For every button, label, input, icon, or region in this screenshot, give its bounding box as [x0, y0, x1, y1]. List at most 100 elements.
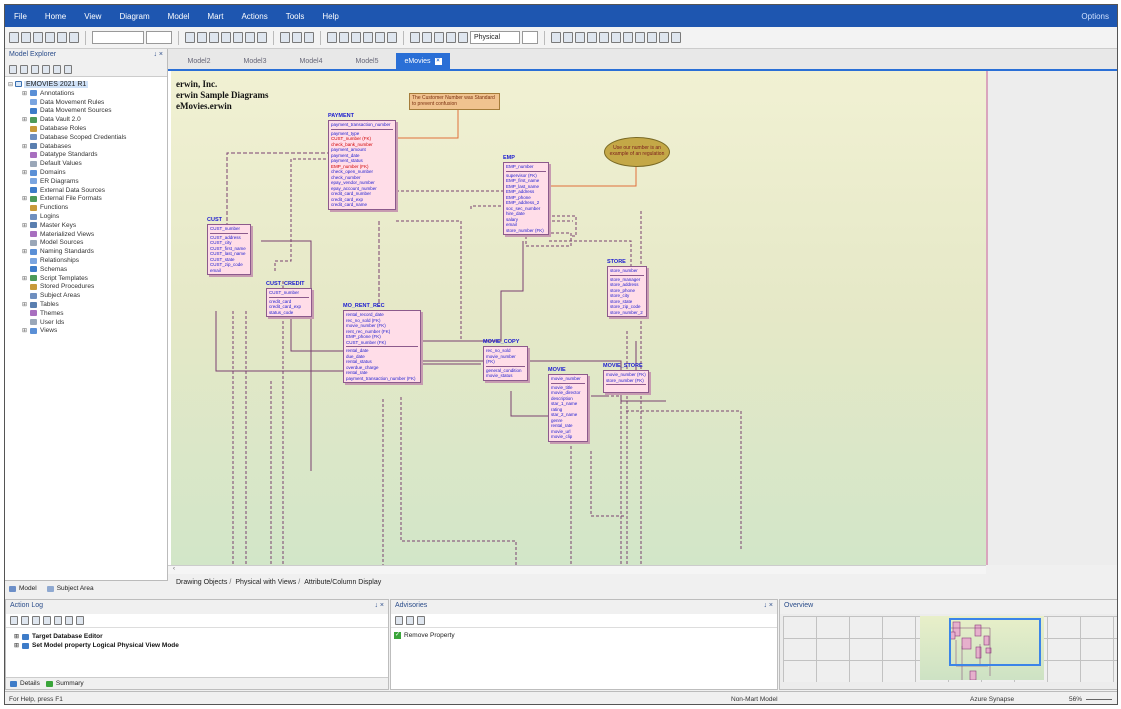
tree-item[interactable]: ⊞ Script Templates	[8, 274, 167, 283]
filter-action-icon[interactable]	[32, 616, 40, 625]
entity-attribute[interactable]: payment_transaction_number (FK)	[346, 376, 418, 382]
properties-icon[interactable]	[53, 65, 61, 74]
entity-attribute[interactable]: credit_card_name	[331, 202, 393, 208]
entity-body[interactable]: movie_number movie_title movie_director des…	[548, 374, 588, 442]
entity-attribute[interactable]: store_address	[610, 282, 644, 288]
copy-advisories-icon[interactable]	[406, 616, 414, 625]
primary-key-attribute[interactable]: CUST_number (FK)	[346, 340, 418, 346]
relationship-line[interactable]	[215, 311, 345, 372]
options-action-icon[interactable]	[76, 616, 84, 625]
overview-viewport-frame[interactable]	[949, 618, 1041, 666]
entity-body[interactable]: CUST_number CUST_address CUST_city CUST_fir…	[207, 224, 251, 275]
tab-details[interactable]: Details	[10, 680, 40, 687]
entity-payment[interactable]: PAYMENT payment_transaction_number payment…	[328, 113, 396, 210]
relationship-line[interactable]	[400, 397, 517, 565]
zoom-out-icon[interactable]	[339, 32, 349, 43]
tab-model5[interactable]: Model5	[340, 53, 394, 69]
entity-movie[interactable]: MOVIE movie_number movie_title movie_direct…	[548, 367, 588, 442]
validate-icon[interactable]	[599, 32, 609, 43]
tree-item[interactable]: Database Scoped Credentials	[8, 133, 167, 142]
undo-icon[interactable]	[45, 32, 55, 43]
annotation-note[interactable]: The Customer Number was Standard to prev…	[409, 93, 500, 110]
tree-item[interactable]: ⊞ Domains	[8, 168, 167, 177]
reverse-engineer-icon[interactable]	[563, 32, 573, 43]
entity-body[interactable]: store_number store_manager store_address st…	[607, 266, 647, 317]
tree-item[interactable]: ⊞ Annotations	[8, 89, 167, 98]
entity-attribute[interactable]: status_code	[269, 310, 309, 316]
close-tab-icon[interactable]: ×	[434, 57, 442, 65]
open-model-icon[interactable]	[21, 32, 31, 43]
clear-advisories-icon[interactable]	[395, 616, 403, 625]
tab-attribute-column-display[interactable]: Attribute/Column Display	[302, 579, 383, 586]
fill-color-icon[interactable]	[233, 32, 243, 43]
entity-emp[interactable]: EMP EMP_number supervisor (FK) EMP_first_na…	[503, 155, 549, 235]
expand-toggle-icon[interactable]: ⊞	[22, 143, 27, 150]
tree-item[interactable]: Relationships	[8, 256, 167, 265]
tree-item[interactable]: ⊞ Views	[8, 327, 167, 336]
underline-icon[interactable]	[209, 32, 219, 43]
tree-item[interactable]: ⊞ Naming Standards	[8, 247, 167, 256]
tree-root[interactable]: ⊟ EMOVIES 2021 R1	[8, 79, 167, 89]
align-left-icon[interactable]	[280, 32, 290, 43]
primary-key-attribute[interactable]: movie_number (FK)	[486, 354, 525, 365]
new-model-icon[interactable]	[9, 32, 19, 43]
entity-body[interactable]: rental_record_date rec_no_sold (FK) movie_…	[343, 310, 421, 383]
action-log-row[interactable]: ⊞ Set Model property Logical Physical Vie…	[6, 641, 388, 650]
tab-model2[interactable]: Model2	[172, 53, 226, 69]
menu-help[interactable]: Help	[313, 12, 347, 21]
undo-action-icon[interactable]	[10, 616, 18, 625]
primary-key-attribute[interactable]: EMP_number	[506, 164, 546, 170]
tree-item[interactable]: Data Movement Sources	[8, 107, 167, 116]
advisory-row[interactable]: ✓ Remove Property	[394, 632, 777, 639]
overview-grid[interactable]	[783, 616, 1117, 682]
menu-diagram[interactable]: Diagram	[110, 12, 158, 21]
tree-item[interactable]: ⊞ Tables	[8, 300, 167, 309]
relationship-line[interactable]	[510, 391, 551, 417]
entity-store[interactable]: STORE store_number store_manager store_addr…	[607, 259, 647, 317]
forward-engineer-icon[interactable]	[551, 32, 561, 43]
relationship-line[interactable]	[626, 410, 742, 551]
panel-pin-close-icon[interactable]: ↓ ×	[763, 602, 773, 612]
menu-home[interactable]: Home	[36, 12, 75, 21]
entity-body[interactable]: CUST_number credit_card credit_card_exp sta…	[266, 288, 312, 317]
menu-tools[interactable]: Tools	[277, 12, 314, 21]
entity-attribute[interactable]: movie_director	[551, 390, 585, 396]
menu-options[interactable]: Options	[1072, 12, 1117, 21]
relationship-line[interactable]	[421, 241, 524, 342]
tab-drawing-objects[interactable]: Drawing Objects	[174, 579, 233, 586]
strikeout-icon[interactable]	[221, 32, 231, 43]
report-icon[interactable]	[587, 32, 597, 43]
relationship-line[interactable]	[470, 205, 506, 211]
tree-item[interactable]: User Ids	[8, 318, 167, 327]
entity-cust[interactable]: CUST CUST_number CUST_address CUST_city CUST…	[207, 217, 251, 275]
entity-tool-icon[interactable]	[422, 32, 432, 43]
entity-attribute[interactable]: store_number_2	[610, 310, 644, 316]
subtype-tool-icon[interactable]	[458, 32, 468, 43]
primary-key-attribute[interactable]: store_number	[610, 268, 644, 274]
tab-summary[interactable]: Summary	[45, 680, 84, 687]
tab-subject-area[interactable]: Subject Area	[46, 585, 94, 592]
tab-physical-with-views[interactable]: Physical with Views	[233, 579, 302, 586]
entity-cust-credit[interactable]: CUST_CREDIT CUST_number credit_card credit_…	[266, 281, 312, 317]
mart-compare-icon[interactable]	[635, 32, 645, 43]
tree-item[interactable]: Schemas	[8, 265, 167, 274]
entity-attribute[interactable]: CUST_last_name	[210, 251, 248, 257]
tree-item[interactable]: ⊞ Databases	[8, 142, 167, 151]
tree-item[interactable]: Materialized Views	[8, 230, 167, 239]
expand-icon[interactable]	[31, 65, 39, 74]
mart-settings-icon[interactable]	[671, 32, 681, 43]
collapse-action-icon[interactable]	[65, 616, 73, 625]
primary-key-attribute[interactable]: movie_number (FK)	[606, 372, 646, 378]
entity-movie-store[interactable]: MOVIE_STORE movie_number (FK) store_number…	[603, 363, 649, 393]
expand-toggle-icon[interactable]: ⊞	[22, 327, 27, 334]
font-size-combo[interactable]	[146, 31, 172, 44]
tree-item[interactable]: Database Roles	[8, 124, 167, 133]
expand-toggle-icon[interactable]: ⊞	[22, 116, 27, 123]
tree-item[interactable]: Data Movement Rules	[8, 98, 167, 107]
mart-catalog-icon[interactable]	[647, 32, 657, 43]
relationship-line[interactable]	[274, 158, 331, 271]
relationship-line[interactable]	[261, 240, 312, 471]
print-icon[interactable]	[69, 32, 79, 43]
er-diagram-canvas[interactable]: erwin, Inc. erwin Sample Diagrams eMovie…	[171, 71, 986, 565]
menu-file[interactable]: File	[5, 12, 36, 21]
